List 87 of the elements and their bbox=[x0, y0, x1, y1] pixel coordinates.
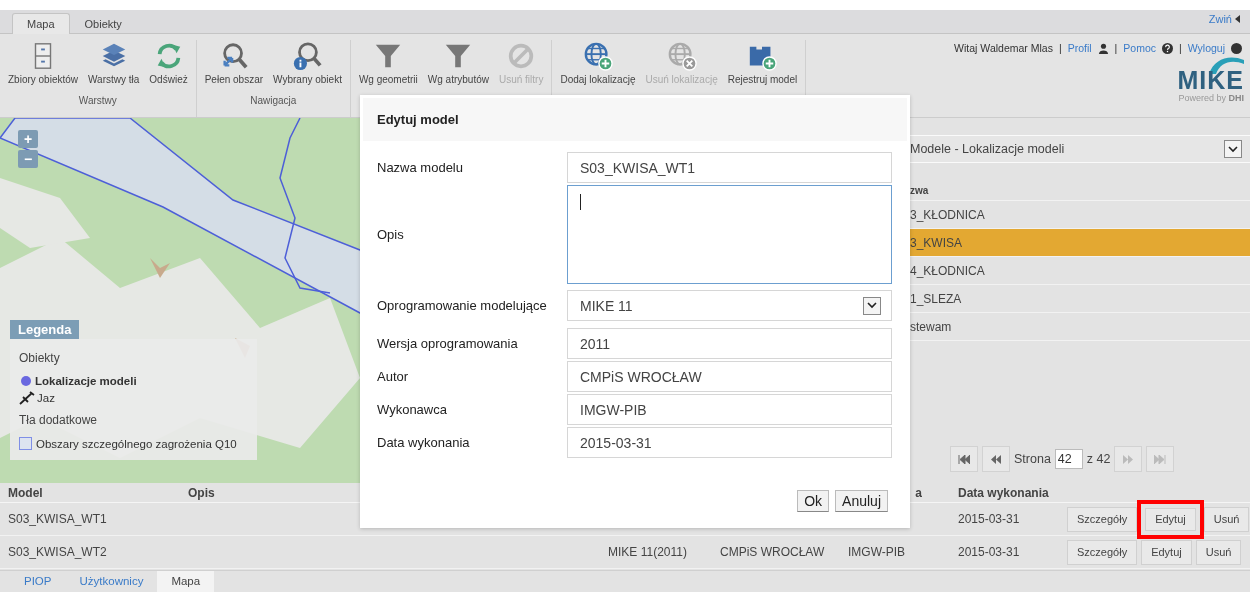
zoom-info-icon bbox=[292, 41, 323, 71]
action-button[interactable]: Edytuj bbox=[1141, 539, 1192, 565]
column-header: Opis bbox=[188, 485, 215, 500]
toolbar-button[interactable]: Zbiory obiektów bbox=[4, 40, 83, 95]
legend-label: Lokalizacje modeli bbox=[35, 375, 137, 387]
dot-icon bbox=[21, 376, 31, 386]
tab[interactable]: Użytkownicy bbox=[65, 571, 158, 592]
legend-label: Jaz bbox=[37, 392, 55, 404]
first-page-icon bbox=[958, 454, 970, 464]
toolbar-button[interactable]: Rejestruj model bbox=[723, 40, 802, 95]
chevron-down-icon bbox=[1228, 145, 1238, 153]
field-label: Oprogramowanie modelujące bbox=[377, 297, 548, 315]
previous-page-button[interactable] bbox=[982, 446, 1010, 472]
dialog-button[interactable]: Ok bbox=[797, 490, 830, 512]
toolbar-button[interactable]: Pełen obszar bbox=[200, 40, 268, 95]
legend-label: Obszary szczególnego zagrożenia Q10 bbox=[36, 437, 237, 450]
toolbar-button[interactable]: Wg atrybutów bbox=[423, 40, 493, 95]
first-page-button[interactable] bbox=[950, 446, 978, 472]
tab[interactable]: Mapa bbox=[157, 571, 215, 592]
panel-title: Modele - Lokalizacje modeli bbox=[910, 142, 1065, 156]
table-cell: 2015-03-31 bbox=[958, 512, 1020, 526]
field-label: Autor bbox=[377, 367, 410, 386]
toolbar-button[interactable]: Dodaj lokalizację bbox=[556, 40, 640, 95]
toolbar-button[interactable]: Warstwy tła bbox=[84, 40, 144, 95]
field-label: Wersja oprogramowania bbox=[377, 334, 519, 353]
action-button[interactable]: Szczegóły bbox=[1067, 506, 1138, 532]
user-icon bbox=[1097, 42, 1109, 54]
input-field[interactable]: S03_KWISA_WT1 bbox=[567, 152, 892, 183]
last-page-icon bbox=[1154, 454, 1167, 464]
dialog-button[interactable]: Anuluj bbox=[835, 490, 888, 512]
table-cell: S03_KWISA_WT2 bbox=[8, 545, 107, 559]
software-select[interactable]: MIKE 11 bbox=[567, 290, 892, 321]
table-cell: MIKE 11(2011) bbox=[608, 545, 687, 559]
tab[interactable]: Obiekty bbox=[69, 13, 137, 34]
user-link[interactable]: Pomoc bbox=[1123, 42, 1156, 54]
field-label: Data wykonania bbox=[377, 433, 471, 452]
table-cell: IMGW-PIB bbox=[848, 545, 906, 559]
fast-forward-icon bbox=[1122, 454, 1135, 464]
user-link[interactable]: Wyloguj bbox=[1187, 42, 1225, 54]
legend-heading: Obiekty bbox=[19, 351, 61, 365]
table-cell: CMPiS WROCŁAW bbox=[720, 545, 825, 559]
page-total: z 42 bbox=[1086, 452, 1111, 466]
column-header: a bbox=[915, 485, 922, 500]
separator-text: | bbox=[1114, 42, 1118, 54]
user-link[interactable]: Profil bbox=[1067, 42, 1092, 54]
logo-text: MIKE bbox=[1177, 68, 1244, 93]
page-field[interactable]: 42 bbox=[1054, 449, 1083, 469]
greeting-text: Witaj Waldemar Mlas bbox=[954, 42, 1053, 54]
action-button[interactable]: Edytuj bbox=[1137, 499, 1204, 539]
field-label: Nazwa modelu bbox=[377, 158, 464, 177]
description-field[interactable] bbox=[567, 185, 892, 284]
caret-icon bbox=[1235, 15, 1240, 23]
dropdown-button[interactable] bbox=[1224, 140, 1242, 158]
field-label: Opis bbox=[377, 225, 405, 244]
help-icon bbox=[1162, 42, 1173, 54]
area-swatch bbox=[19, 437, 32, 450]
input-field[interactable]: 2015-03-31 bbox=[567, 427, 892, 458]
toolbar-button[interactable]: Wg geometrii bbox=[354, 40, 422, 95]
action-button[interactable]: Szczegóły bbox=[1067, 539, 1138, 565]
globe-plus-icon bbox=[582, 41, 613, 71]
legend-heading: Tła dodatkowe bbox=[19, 413, 99, 427]
chevron-down-icon bbox=[867, 302, 877, 309]
page-label: Strona bbox=[1014, 452, 1051, 466]
table-cell: 2015-03-31 bbox=[958, 545, 1020, 559]
toolbar-button[interactable]: Odśwież bbox=[145, 40, 192, 95]
input-field[interactable]: 2011 bbox=[567, 328, 892, 359]
legend-title: Legenda bbox=[10, 320, 80, 339]
input-field[interactable]: CMPiS WROCŁAW bbox=[567, 361, 892, 392]
input-field[interactable]: IMGW-PIB bbox=[567, 394, 892, 425]
logo-tagline: Powered by DHI bbox=[1178, 93, 1244, 103]
toolbar-button[interactable]: Wybrany obiekt bbox=[269, 40, 346, 95]
globe-remove-icon bbox=[666, 41, 697, 71]
weir-icon bbox=[19, 391, 35, 405]
group-label: Nawigacja bbox=[250, 95, 297, 106]
separator-text: | bbox=[1058, 42, 1062, 54]
rewind-icon bbox=[990, 454, 1002, 464]
separator-text: | bbox=[1179, 42, 1182, 54]
table-cell: S03_KWISA_WT1 bbox=[8, 512, 107, 526]
column-header: zwa bbox=[910, 185, 929, 196]
column-header: Data wykonania bbox=[958, 485, 1049, 500]
column-header: Model bbox=[8, 485, 43, 500]
group-label: Warstwy bbox=[78, 95, 117, 106]
action-button[interactable]: Usuń bbox=[1195, 539, 1242, 565]
dialog-title: Edytuj model bbox=[363, 98, 907, 141]
tab[interactable]: Mapa bbox=[12, 13, 70, 34]
action-button[interactable]: Usuń bbox=[1203, 506, 1250, 532]
field-label: Wykonawca bbox=[377, 400, 448, 419]
